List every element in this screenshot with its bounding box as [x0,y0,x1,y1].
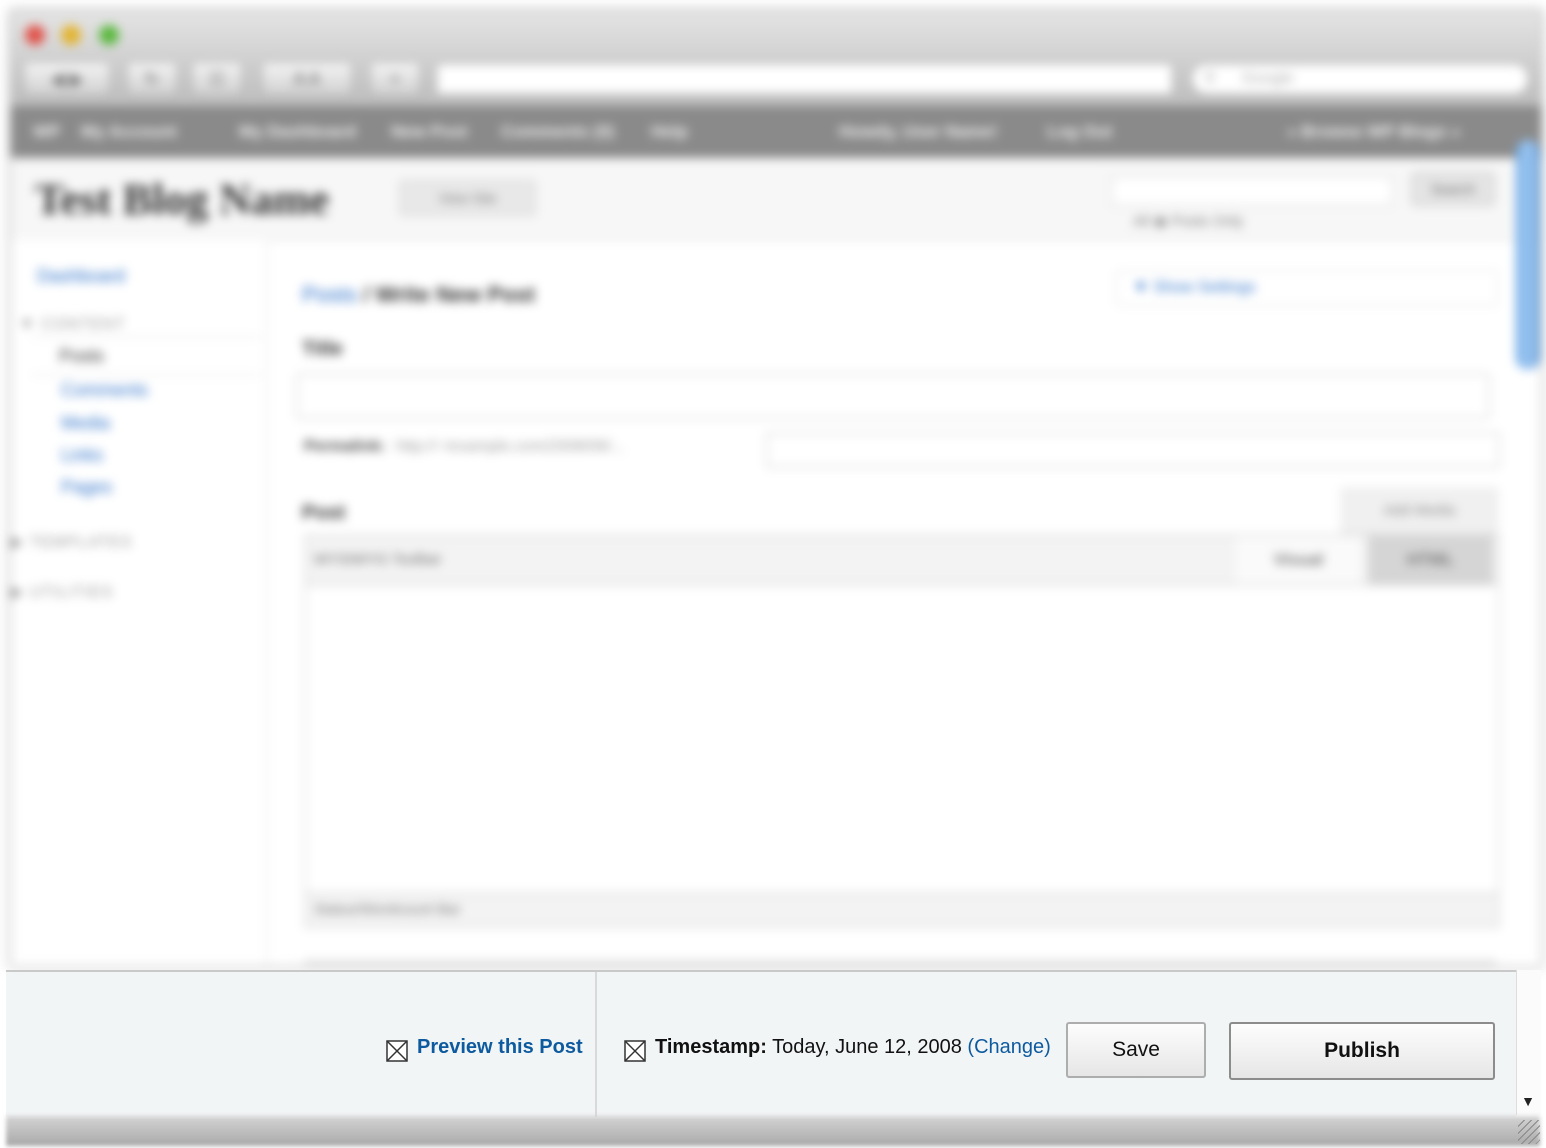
text-size-icon: A A [293,69,321,89]
horizontal-scrollbar[interactable] [6,1116,1540,1146]
wysiwyg-toolbar: WYSIWYG Toolbar Visual HTML [306,536,1498,586]
minimize-window-icon[interactable] [61,25,81,45]
admin-search-button[interactable]: Search [1411,172,1495,206]
sidebar-item-media[interactable]: Media [61,413,110,434]
zoom-window-icon[interactable] [99,25,119,45]
sidebar-divider [31,374,261,376]
utilities-heading-label: UTILITIES [29,584,114,601]
vertical-scroll-thumb[interactable] [1516,140,1540,370]
publish-button[interactable]: Publish [1229,1022,1495,1080]
my-account-link[interactable]: My Account [81,122,177,142]
sidebar-heading-templates[interactable]: ▶ TEMPLATES [11,532,132,552]
timestamp-value: Today, June 12, 2008 [766,1036,968,1058]
timestamp-label: Timestamp: [655,1036,767,1058]
address-bar[interactable] [436,63,1173,95]
new-post-link[interactable]: New Post [391,122,468,142]
admin-search-input[interactable] [1111,176,1393,206]
log-out-link[interactable]: Log Out [1047,122,1112,142]
back-icon[interactable]: ◀ [51,69,65,89]
tab-visual[interactable]: Visual [1236,536,1361,584]
breadcrumb-posts-link[interactable]: Posts [302,282,357,307]
browser-window: ◀ ▶ ↻ ☷ A A + ⚲ Google WP My Account My … [10,10,1542,968]
add-bookmark-button[interactable]: + [369,61,421,97]
browse-blogs-link[interactable]: « Browse WP Blogs » [1287,122,1461,142]
breadcrumb-separator: / [357,282,376,307]
permalink-url: http://~/example.com/2008/06/... [395,438,625,455]
post-label: Post [302,502,346,524]
browser-search-field[interactable]: ⚲ Google [1191,63,1529,95]
my-dashboard-link[interactable]: My Dashboard [239,122,356,142]
admin-sidebar: Dashboard ▼ CONTENT Posts Comments Media… [11,240,268,966]
timestamp-x-box-icon[interactable] [624,1040,646,1062]
forward-icon[interactable]: ▶ [70,69,84,89]
publish-bar-divider [595,972,597,1117]
add-media-button[interactable]: Add Media [1341,488,1498,534]
page-title: Write New Post [375,282,536,307]
post-title-input[interactable] [296,373,1490,419]
back-forward-buttons[interactable]: ◀ ▶ [23,61,111,97]
status-bar-label: Status/Wordcount Bar [314,901,461,918]
sidebar-divider [31,336,261,338]
lower-metabox-edge [304,960,1496,968]
sidebar-item-posts[interactable]: Posts [59,346,104,367]
sidebar-item-pages[interactable]: Pages [61,477,112,498]
publish-bar: Preview this Post Timestamp: Today, June… [6,970,1516,1117]
preview-post-link[interactable]: Preview this Post [417,1036,583,1059]
tab-html[interactable]: HTML [1368,536,1493,584]
title-label: Title [302,338,343,360]
breadcrumb: Posts / Write New Post [302,282,535,308]
text-size-button[interactable]: A A [261,61,353,97]
sidebar-item-comments[interactable]: Comments [61,380,148,401]
timestamp: Timestamp: Today, June 12, 2008 (Change) [655,1036,1051,1059]
resize-grip-icon[interactable] [1518,1120,1540,1144]
blog-name: Test Blog Name [35,175,330,224]
sidebar-item-dashboard[interactable]: Dashboard [37,266,125,287]
search-scope-options[interactable]: All ◉ Posts Only [1133,212,1244,230]
howdy-text: Howdy, User Name! [839,122,998,141]
search-icon: ⚲ [1204,70,1216,87]
permalink-label: Permalink: [304,438,386,455]
plus-icon: + [389,69,401,89]
permalink-row: Permalink: http://~/example.com/2008/06/.… [304,438,625,456]
templates-heading-label: TEMPLATES [29,534,133,551]
toolbar-label: WYSIWYG Toolbar [314,551,442,568]
close-window-icon[interactable] [25,25,45,45]
reload-button[interactable]: ↻ [126,61,178,97]
preview-x-box-icon[interactable] [386,1040,408,1062]
show-settings-label: ▼ Show Settings [1133,279,1256,296]
permalink-slug-input[interactable] [766,432,1500,468]
editor-status-bar: Status/Wordcount Bar [306,892,1498,926]
reload-icon: ↻ [144,69,160,89]
timestamp-change-link[interactable]: (Change) [967,1036,1050,1058]
sidebar-heading-utilities[interactable]: ▶ UTILITIES [11,582,113,602]
browser-titlebar: ◀ ▶ ↻ ☷ A A + ⚲ Google [11,11,1541,106]
sidebar-item-links[interactable]: Links [61,445,103,466]
main-content: Posts / Write New Post ▼ Show Settings T… [296,240,1516,968]
browser-search-placeholder: Google [1242,70,1294,87]
scroll-down-arrow-icon[interactable]: ▼ [1518,1090,1538,1112]
bookmarks-button[interactable]: ☷ [191,61,243,97]
wp-logo[interactable]: WP [33,122,60,142]
post-editor[interactable]: WYSIWYG Toolbar Visual HTML Status/Wordc… [304,534,1500,928]
blurred-background: ◀ ▶ ↻ ☷ A A + ⚲ Google WP My Account My … [0,0,1546,970]
admin-bar: WP My Account My Dashboard New Post Comm… [11,106,1541,158]
site-header: Test Blog Name View Site Search All ◉ Po… [11,158,1541,241]
help-link[interactable]: Help [651,122,688,142]
view-site-button[interactable]: View Site [399,180,536,216]
show-settings-button[interactable]: ▼ Show Settings [1116,270,1498,306]
save-button[interactable]: Save [1066,1022,1206,1078]
bookmarks-icon: ☷ [208,69,226,89]
sidebar-heading-content[interactable]: ▼ CONTENT [19,316,126,334]
content-heading-label: CONTENT [41,316,126,333]
comments-link[interactable]: Comments (0) [501,122,614,142]
